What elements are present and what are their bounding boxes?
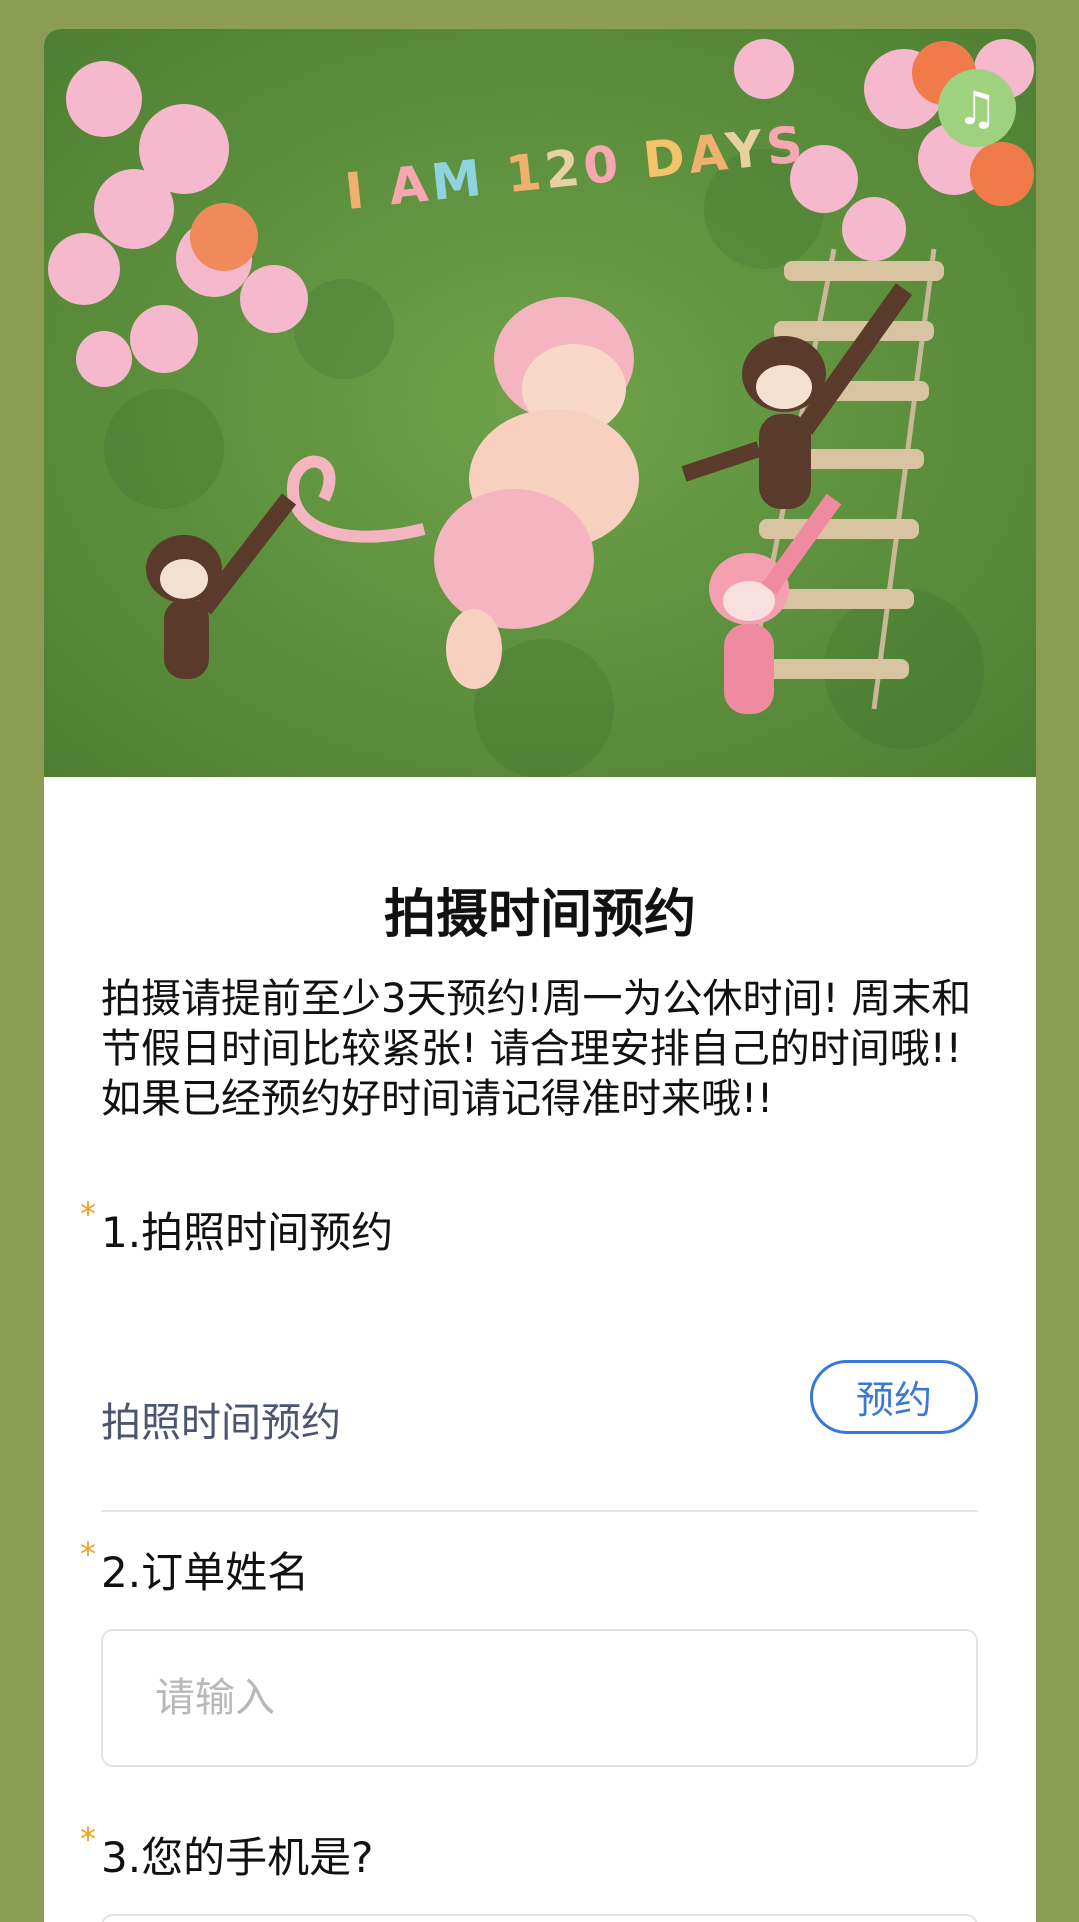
question-1-label: * 1.拍照时间预约 <box>80 1195 394 1260</box>
question-1-text: 1.拍照时间预约 <box>101 1208 394 1257</box>
hero-banner: I AM 120 DAYS ♫ <box>44 29 1036 777</box>
appointment-value: 拍照时间预约 <box>101 1400 341 1446</box>
caption-letter: M <box>428 148 489 212</box>
appointment-row: 拍照时间预约 预约 <box>101 1360 978 1512</box>
appointment-button[interactable]: 预约 <box>810 1360 978 1434</box>
required-mark: * <box>80 1195 96 1233</box>
caption-letter: S <box>763 114 810 177</box>
description-line: 拍摄请提前至少3天预约!周一为公休时间! 周末和节假日时间比较紧张! 请合理安排… <box>101 976 972 1072</box>
question-2-label: * 2.订单姓名 <box>80 1535 310 1600</box>
description-line: 如果已经预约好时间请记得准时来哦!! <box>101 1076 774 1122</box>
caption-letter: 0 <box>580 134 626 197</box>
caption-letter: A <box>386 154 435 217</box>
caption-letter: A <box>685 123 730 185</box>
question-3-text: 3.您的手机是? <box>101 1833 374 1882</box>
question-3-label: * 3.您的手机是? <box>80 1820 374 1885</box>
caption-letter: Y <box>723 119 770 182</box>
hero-photo <box>48 39 1034 777</box>
caption-letter: 1 <box>503 142 548 205</box>
phone-input[interactable] <box>101 1914 978 1922</box>
caption-letter: D <box>640 127 692 190</box>
order-name-input[interactable] <box>101 1629 978 1767</box>
required-mark: * <box>80 1820 96 1858</box>
form-title: 拍摄时间预约 <box>383 885 696 945</box>
caption-letter: 2 <box>541 138 587 201</box>
required-mark: * <box>80 1535 96 1573</box>
form-description: 拍摄请提前至少3天预约!周一为公休时间! 周末和节假日时间比较紧张! 请合理安排… <box>101 974 1001 1124</box>
form-card: I AM 120 DAYS ♫ 拍摄时间预约 拍摄请提前至少3天预约!周一为公休… <box>44 29 1036 1922</box>
question-2-text: 2.订单姓名 <box>101 1548 310 1597</box>
music-note-icon[interactable]: ♫ <box>938 69 1016 147</box>
